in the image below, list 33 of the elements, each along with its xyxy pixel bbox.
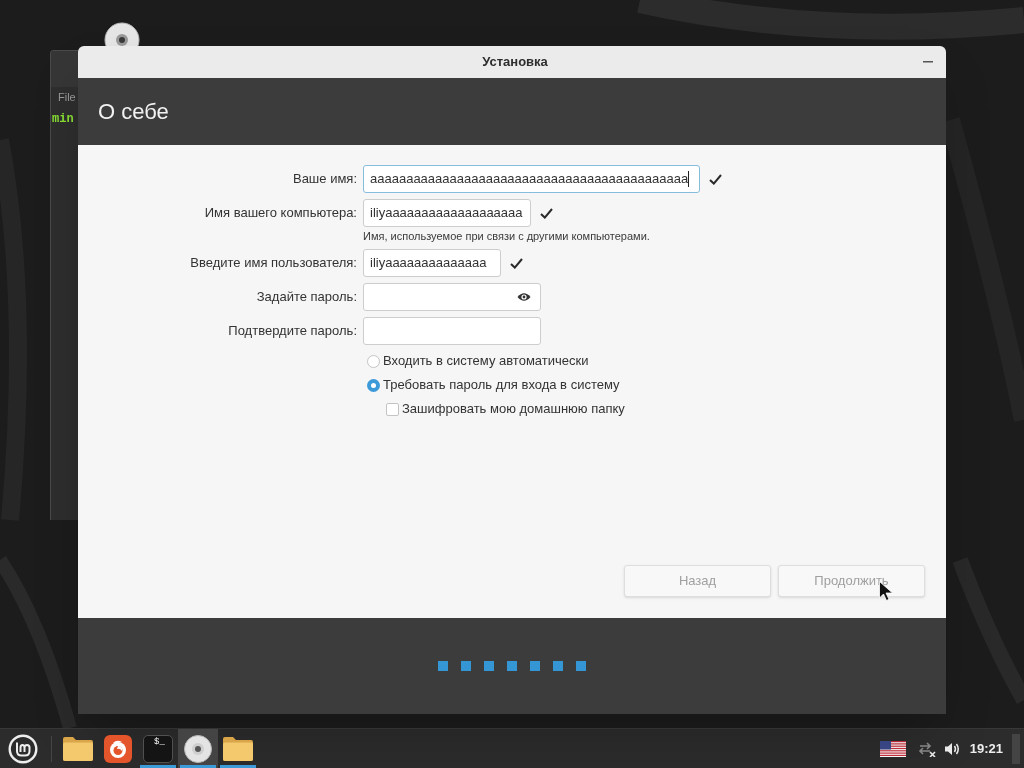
- radio-button[interactable]: [367, 354, 380, 368]
- logo-icon: [8, 733, 38, 764]
- folder-icon: [222, 735, 254, 762]
- speaker-icon[interactable]: [943, 740, 960, 757]
- field-hint: Имя, используемое при связи с другими компьютерами.: [362, 229, 651, 243]
- name-field[interactable]: aaaaaaaaaaaaaaaaaaaaaaaaaaaaaaaaaaaaaaaaaaaa: [363, 165, 700, 193]
- field-label: Введите имя пользователя:: [189, 254, 357, 273]
- radio-label[interactable]: Входить в систему автоматически: [383, 351, 589, 371]
- folder-icon: [62, 735, 94, 762]
- minimize-icon: [923, 61, 933, 63]
- confirm-password-field[interactable]: [363, 317, 541, 345]
- field-label: Ваше имя:: [291, 170, 357, 189]
- window-title: Установка: [482, 53, 548, 72]
- field-label: Имя вашего компьютера:: [203, 204, 357, 223]
- computer-name-field[interactable]: iliyaaaaaaaaaaaaaaaaaaa: [363, 199, 531, 227]
- checkbox-label[interactable]: Зашифровать мою домашнюю папку: [402, 399, 625, 419]
- clock[interactable]: 19:21: [969, 738, 1003, 759]
- flag-icon[interactable]: [879, 740, 906, 757]
- password-field[interactable]: [363, 283, 541, 311]
- radio-label[interactable]: Требовать пароль для входа в систему: [383, 375, 620, 395]
- disc-icon: [184, 734, 212, 763]
- taskbar-app-button[interactable]: [178, 729, 218, 768]
- menu-item[interactable]: File: [51, 90, 78, 104]
- checkbox[interactable]: [386, 402, 399, 416]
- swirl-app-icon: [104, 734, 132, 763]
- terminal-prompt: min: [51, 112, 75, 126]
- field-label: Задайте пароль:: [255, 288, 357, 307]
- radio-button[interactable]: [367, 378, 380, 392]
- eye-icon[interactable]: [517, 292, 531, 302]
- field-label: Подтвердите пароль:: [227, 322, 357, 341]
- network-icon[interactable]: [917, 740, 936, 757]
- page-heading: О себе: [98, 98, 169, 126]
- username-field[interactable]: iliyaaaaaaaaaaaaaa: [363, 249, 501, 277]
